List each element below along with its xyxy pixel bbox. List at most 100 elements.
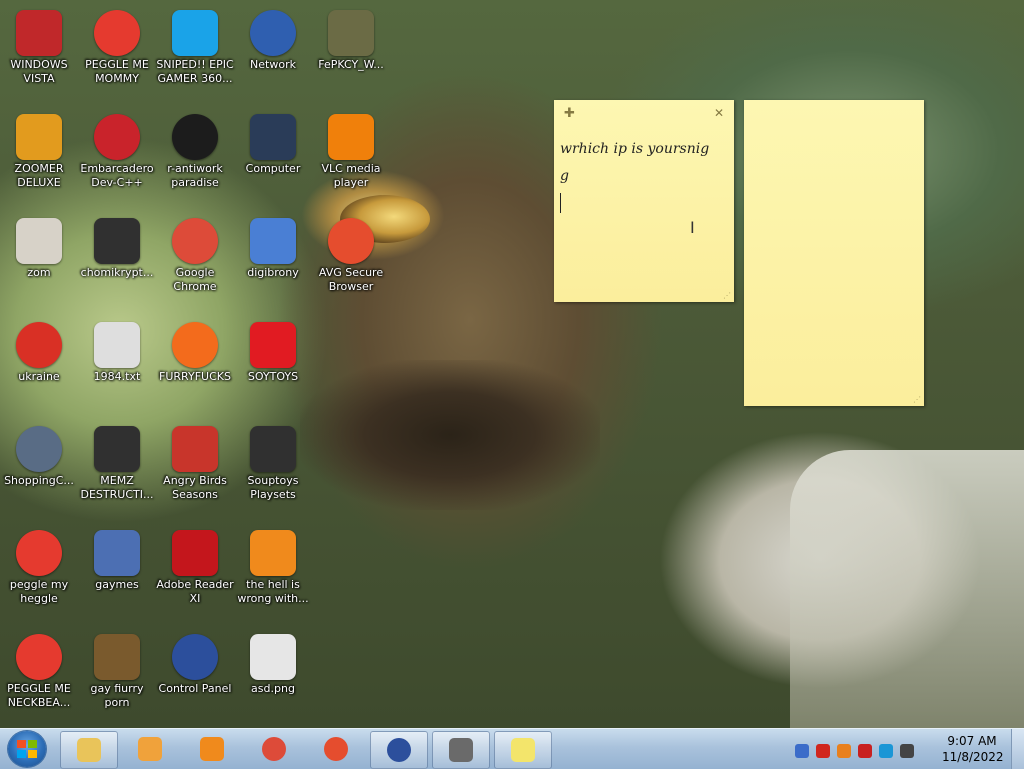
soytoys-icon (250, 322, 296, 368)
desktop-icon[interactable]: r-antiwork paradise (156, 108, 234, 208)
desktop-icon[interactable]: 1984.txt (78, 316, 156, 416)
sticky-note-titlebar[interactable]: ✚ ✕ (554, 100, 734, 128)
taskbar-button[interactable] (60, 731, 118, 769)
desktop-icon[interactable]: Adobe Reader XI (156, 524, 234, 624)
desktop-icon[interactable]: AVG Secure Browser (312, 212, 390, 312)
desktop-icon[interactable]: Embarcadero Dev-C++ (78, 108, 156, 208)
desktop-icon[interactable]: ukraine (0, 316, 78, 416)
orb-icon (16, 10, 62, 56)
desktop-icon[interactable]: SOYTOYS (234, 316, 312, 416)
desktop-icon[interactable]: gaymes (78, 524, 156, 624)
sticky-note-text[interactable] (744, 100, 924, 108)
text-caret (560, 193, 561, 213)
taskbar-button[interactable] (246, 731, 302, 767)
desktop-icon-label: ShoppingC... (4, 474, 74, 487)
desktop-icon-label: r-antiwork paradise (167, 162, 223, 189)
vlc-icon (328, 114, 374, 160)
clock-date: 11/8/2022 (942, 750, 1004, 764)
desktop-icon[interactable]: Control Panel (156, 628, 234, 728)
desktop-icon[interactable]: ShoppingC... (0, 420, 78, 520)
desktop-icon[interactable]: WINDOWS VISTA (0, 4, 78, 104)
reddit-icon (172, 114, 218, 160)
flag-icon[interactable] (858, 743, 872, 758)
desktop-icon[interactable]: the hell is wrong with... (234, 524, 312, 624)
desktop-icon[interactable]: MEMZ DESTRUCTI... (78, 420, 156, 520)
qb-icon[interactable] (795, 743, 809, 758)
shortcut-icon (94, 426, 140, 472)
desktop-icon-label: digibrony (247, 266, 299, 279)
desktop-icon[interactable]: PEGGLE ME MOMMY (78, 4, 156, 104)
desktop-icon-label: FURRYFUCKS (159, 370, 231, 383)
desktop-icon[interactable]: peggle my heggle (0, 524, 78, 624)
desktop-icon-label: SNIPED!! EPIC GAMER 360... (156, 58, 234, 85)
taskbar-button[interactable] (184, 731, 240, 767)
taskbar-button[interactable] (370, 731, 428, 769)
desktop-icon[interactable]: PEGGLE ME NECKBEA... (0, 628, 78, 728)
desktop-icon[interactable]: Angry Birds Seasons (156, 420, 234, 520)
resize-grip-icon[interactable]: ⋰ (723, 291, 731, 300)
explorer-folder-icon (77, 738, 101, 762)
windows-logo-icon (17, 740, 37, 758)
desktop-icon[interactable]: VLC media player (312, 108, 390, 208)
desktop-icon[interactable]: ZOOMER DELUXE (0, 108, 78, 208)
desktop-icon-label: peggle my heggle (9, 578, 69, 605)
desktop-icon-label: Google Chrome (173, 266, 217, 293)
speaker-icon[interactable] (900, 743, 914, 758)
desktop-icon-label: PEGGLE ME MOMMY (85, 58, 149, 85)
taskbar-button[interactable] (122, 731, 178, 767)
radiation-icon (16, 322, 62, 368)
image-file-icon (328, 10, 374, 56)
sticky-note-2[interactable]: ⋰ (744, 100, 924, 406)
shortcut-icon (94, 218, 140, 264)
computer-icon (250, 114, 296, 160)
desktop-icon-label: WINDOWS VISTA (10, 58, 68, 85)
desktop-icon-label: SOYTOYS (247, 370, 299, 383)
desktop-icon[interactable]: gay fiurry porn (78, 628, 156, 728)
display-icon[interactable] (879, 743, 893, 758)
peggle-icon (16, 530, 62, 576)
chrome-icon (262, 737, 286, 761)
desktop-icon-label: Adobe Reader XI (156, 578, 234, 605)
desktop-icon[interactable]: FURRYFUCKS (156, 316, 234, 416)
sticky-note-1[interactable]: ✚ ✕ wrhich ip is yoursnig g ⋰ (554, 100, 734, 302)
uc-browser-icon (250, 530, 296, 576)
desktop-icon-label: gaymes (95, 578, 139, 591)
desktop-icon[interactable]: Google Chrome (156, 212, 234, 312)
desktop-icon[interactable]: Network (234, 4, 312, 104)
taskbar-button[interactable] (432, 731, 490, 769)
movie-maker-icon (449, 738, 473, 762)
desktop-icon[interactable]: digibrony (234, 212, 312, 312)
wallpaper-detail (300, 360, 600, 510)
desktop-icon-label: Network (250, 58, 296, 71)
desktop-icon[interactable]: chomikrypt... (78, 212, 156, 312)
taskbar-button[interactable] (308, 731, 364, 767)
search-tray-icon[interactable] (837, 743, 851, 758)
flash-icon (16, 426, 62, 472)
media-player-icon (138, 737, 162, 761)
taskbar-button[interactable] (494, 731, 552, 769)
desktop-icon[interactable]: SNIPED!! EPIC GAMER 360... (156, 4, 234, 104)
desktop-icon[interactable]: asd.png (234, 628, 312, 728)
desktop-icon-label: gay fiurry porn (90, 682, 144, 709)
show-desktop-button[interactable] (1011, 729, 1024, 769)
close-icon[interactable]: ✕ (714, 106, 724, 120)
v-icon[interactable] (816, 743, 830, 758)
desktop-icon[interactable]: zom (0, 212, 78, 312)
desktop-icon[interactable]: Souptoys Playsets (234, 420, 312, 520)
taskbar: 9:07 AM 11/8/2022 (0, 728, 1024, 769)
desktop-icon[interactable]: FePKCY_W... (312, 4, 390, 104)
desktop-icon-label: chomikrypt... (80, 266, 154, 279)
shortcut-icon (250, 426, 296, 472)
desktop-icon-label: ZOOMER DELUXE (14, 162, 64, 189)
desktop-icon-label: Computer (245, 162, 301, 175)
start-button[interactable] (8, 731, 46, 767)
add-note-icon[interactable]: ✚ (564, 106, 575, 121)
resize-grip-icon[interactable]: ⋰ (913, 395, 921, 404)
sticky-note-text[interactable]: wrhich ip is yoursnig g (554, 128, 734, 217)
desktop-icon-label: Embarcadero Dev-C++ (80, 162, 154, 189)
clock[interactable]: 9:07 AM 11/8/2022 (942, 733, 1004, 765)
desktop-icon[interactable]: Computer (234, 108, 312, 208)
avg-browser-icon (328, 218, 374, 264)
game-folder-icon (94, 530, 140, 576)
zoomer-icon (16, 114, 62, 160)
